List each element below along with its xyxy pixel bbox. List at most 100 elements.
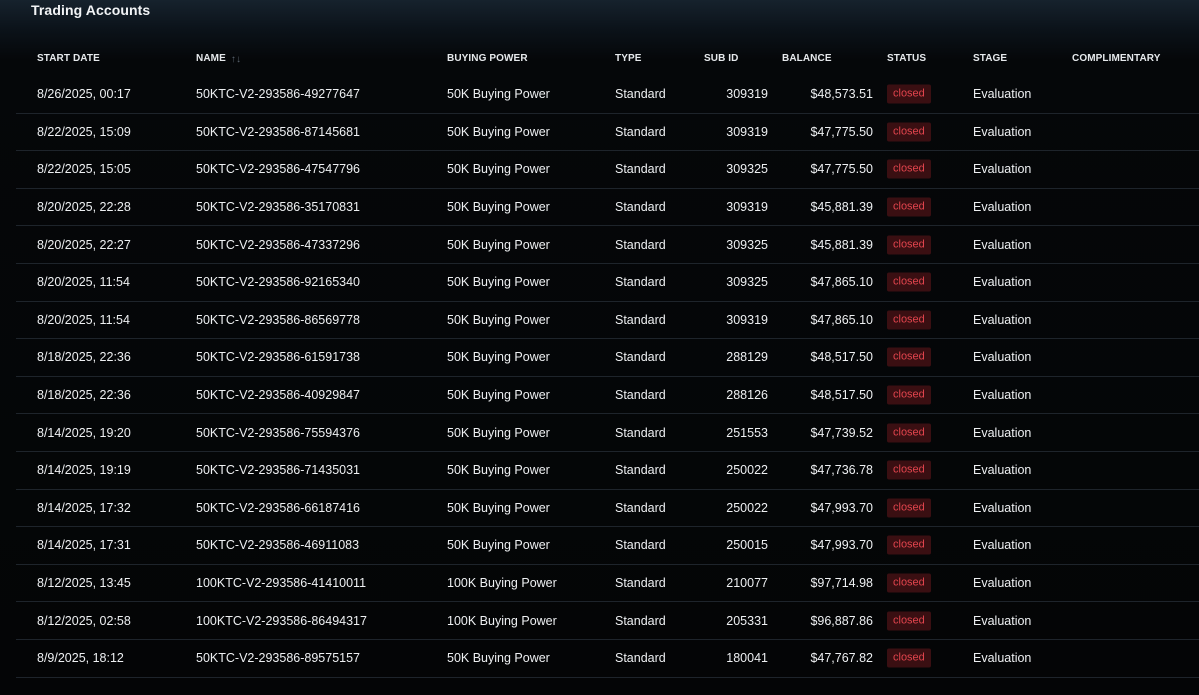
- table-row[interactable]: 8/20/2025, 22:27 50KTC-V2-293586-47337296…: [16, 226, 1199, 264]
- column-header-buying-power[interactable]: BUYING POWER: [447, 53, 528, 64]
- column-header-status[interactable]: STATUS: [887, 53, 926, 64]
- table-row[interactable]: 8/20/2025, 11:54 50KTC-V2-293586-92165340…: [16, 264, 1199, 302]
- buying-power-cell: 50K Buying Power: [447, 87, 550, 102]
- status-badge: closed: [887, 423, 931, 443]
- table-row[interactable]: 8/14/2025, 19:19 50KTC-V2-293586-71435031…: [16, 452, 1199, 490]
- start-date-cell: 8/20/2025, 11:54: [37, 275, 130, 290]
- start-date-cell: 8/12/2025, 02:58: [37, 613, 131, 628]
- status-cell: closed: [887, 159, 931, 179]
- type-cell: Standard: [615, 350, 666, 365]
- column-header-name-label: NAME: [196, 53, 226, 64]
- status-cell: closed: [887, 460, 931, 480]
- stage-cell: Evaluation: [973, 500, 1032, 515]
- column-header-type[interactable]: TYPE: [615, 53, 642, 64]
- table-row[interactable]: 8/9/2025, 18:12 50KTC-V2-293586-89575157 5…: [16, 640, 1199, 678]
- table-row[interactable]: 8/20/2025, 22:28 50KTC-V2-293586-35170831…: [16, 189, 1199, 227]
- sub-id-cell: 288129: [726, 350, 768, 365]
- stage-cell: Evaluation: [973, 237, 1032, 252]
- sub-id-cell: 250015: [726, 538, 768, 553]
- table-row[interactable]: 8/20/2025, 11:54 50KTC-V2-293586-86569778…: [16, 302, 1199, 340]
- buying-power-cell: 50K Buying Power: [447, 651, 550, 666]
- table-row[interactable]: 8/14/2025, 17:32 50KTC-V2-293586-66187416…: [16, 490, 1199, 528]
- start-date-cell: 8/18/2025, 22:36: [37, 388, 131, 403]
- status-badge: closed: [887, 122, 931, 142]
- table-row[interactable]: 8/14/2025, 17:31 50KTC-V2-293586-46911083…: [16, 527, 1199, 565]
- buying-power-cell: 50K Buying Power: [447, 312, 550, 327]
- status-badge: closed: [887, 535, 931, 555]
- sort-arrows-icon[interactable]: ↑↓: [231, 54, 241, 65]
- sub-id-cell: 309319: [726, 124, 768, 139]
- stage-cell: Evaluation: [973, 425, 1032, 440]
- status-cell: closed: [887, 235, 931, 255]
- buying-power-cell: 50K Buying Power: [447, 350, 550, 365]
- status-badge: closed: [887, 159, 931, 179]
- status-badge: closed: [887, 235, 931, 255]
- stage-cell: Evaluation: [973, 87, 1032, 102]
- stage-cell: Evaluation: [973, 538, 1032, 553]
- balance-cell: $45,881.39: [810, 237, 873, 252]
- stage-cell: Evaluation: [973, 463, 1032, 478]
- type-cell: Standard: [615, 124, 666, 139]
- start-date-cell: 8/22/2025, 15:05: [37, 162, 131, 177]
- stage-cell: Evaluation: [973, 124, 1032, 139]
- type-cell: Standard: [615, 200, 666, 215]
- account-name-cell: 50KTC-V2-293586-61591738: [196, 350, 361, 365]
- status-cell: closed: [887, 535, 931, 555]
- status-cell: closed: [887, 611, 931, 631]
- status-cell: closed: [887, 347, 931, 367]
- status-badge: closed: [887, 648, 931, 668]
- start-date-cell: 8/20/2025, 11:54: [37, 312, 130, 327]
- buying-power-cell: 50K Buying Power: [447, 538, 550, 553]
- stage-cell: Evaluation: [973, 576, 1032, 591]
- start-date-cell: 8/20/2025, 22:28: [37, 200, 131, 215]
- sub-id-cell: 250022: [726, 500, 768, 515]
- type-cell: Standard: [615, 162, 666, 177]
- table-row[interactable]: 8/18/2025, 22:36 50KTC-V2-293586-40929847…: [16, 377, 1199, 415]
- table-row[interactable]: 8/12/2025, 02:58 100KTC-V2-293586-8649431…: [16, 602, 1199, 640]
- buying-power-cell: 50K Buying Power: [447, 237, 550, 252]
- status-badge: closed: [887, 197, 931, 217]
- stage-cell: Evaluation: [973, 613, 1032, 628]
- buying-power-cell: 50K Buying Power: [447, 200, 550, 215]
- table-row[interactable]: 8/22/2025, 15:09 50KTC-V2-293586-87145681…: [16, 114, 1199, 152]
- stage-cell: Evaluation: [973, 275, 1032, 290]
- stage-cell: Evaluation: [973, 200, 1032, 215]
- table-row[interactable]: 8/18/2025, 22:36 50KTC-V2-293586-61591738…: [16, 339, 1199, 377]
- start-date-cell: 8/12/2025, 13:45: [37, 576, 131, 591]
- balance-cell: $47,865.10: [810, 275, 873, 290]
- buying-power-cell: 50K Buying Power: [447, 500, 550, 515]
- column-header-stage[interactable]: STAGE: [973, 53, 1007, 64]
- start-date-cell: 8/26/2025, 00:17: [37, 87, 131, 102]
- table-row[interactable]: 8/26/2025, 00:17 50KTC-V2-293586-49277647…: [16, 76, 1199, 114]
- status-badge: closed: [887, 498, 931, 518]
- balance-cell: $48,573.51: [810, 87, 873, 102]
- status-cell: closed: [887, 385, 931, 405]
- status-badge: closed: [887, 347, 931, 367]
- status-badge: closed: [887, 385, 931, 405]
- column-header-name[interactable]: NAME ↑↓: [196, 53, 241, 65]
- sub-id-cell: 288126: [726, 388, 768, 403]
- balance-cell: $47,865.10: [810, 312, 873, 327]
- account-name-cell: 100KTC-V2-293586-86494317: [196, 613, 367, 628]
- sub-id-cell: 205331: [726, 613, 768, 628]
- status-cell: closed: [887, 310, 931, 330]
- start-date-cell: 8/14/2025, 19:20: [37, 425, 131, 440]
- table-row[interactable]: 8/22/2025, 15:05 50KTC-V2-293586-47547796…: [16, 151, 1199, 189]
- buying-power-cell: 100K Buying Power: [447, 613, 557, 628]
- account-name-cell: 50KTC-V2-293586-92165340: [196, 275, 361, 290]
- account-name-cell: 50KTC-V2-293586-71435031: [196, 463, 361, 478]
- type-cell: Standard: [615, 651, 666, 666]
- table-row[interactable]: 8/14/2025, 19:20 50KTC-V2-293586-75594376…: [16, 414, 1199, 452]
- start-date-cell: 8/18/2025, 22:36: [37, 350, 131, 365]
- account-name-cell: 50KTC-V2-293586-47547796: [196, 162, 361, 177]
- column-header-balance[interactable]: BALANCE: [782, 53, 832, 64]
- table-header: START DATE NAME ↑↓ BUYING POWER TYPE SUB …: [16, 40, 1199, 76]
- account-name-cell: 100KTC-V2-293586-41410011: [196, 576, 367, 591]
- column-header-sub-id[interactable]: SUB ID: [704, 53, 739, 64]
- status-badge: closed: [887, 272, 931, 292]
- account-name-cell: 50KTC-V2-293586-86569778: [196, 312, 361, 327]
- column-header-start-date[interactable]: START DATE: [37, 53, 100, 64]
- status-cell: closed: [887, 648, 931, 668]
- table-row[interactable]: 8/12/2025, 13:45 100KTC-V2-293586-4141001…: [16, 565, 1199, 603]
- column-header-complimentary[interactable]: COMPLIMENTARY: [1072, 53, 1161, 64]
